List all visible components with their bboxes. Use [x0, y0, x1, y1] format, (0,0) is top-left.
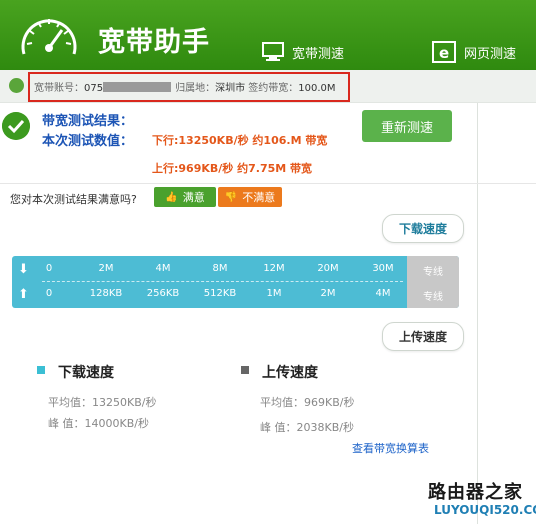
browser-e-icon: e: [432, 41, 456, 63]
download-tick: 专线: [423, 267, 443, 278]
account-value: 075: [84, 83, 104, 94]
location-label: 归属地：: [175, 83, 216, 94]
bandwidth-conversion-link[interactable]: 查看带宽换算表: [352, 440, 429, 456]
location-value: 深圳市: [215, 83, 246, 94]
satisfied-button[interactable]: 👍 满意: [154, 187, 216, 207]
unsatisfied-label: 不满意: [242, 191, 276, 204]
account-label: 宽带账号：: [34, 83, 84, 94]
nav-webtest-label: 网页测速: [464, 46, 517, 62]
main-content: 宽带账号：075 归属地：深圳市 签约带宽：100.0M 带宽测试结果： 本次测试…: [0, 70, 536, 524]
upload-tick: 1M: [266, 288, 282, 299]
app-title: 宽带助手: [98, 27, 210, 58]
checkmark-icon: [2, 112, 30, 140]
bandwidth-label: 签约带宽：: [248, 83, 299, 94]
account-info-bar: 宽带账号：075 归属地：深圳市 签约带宽：100.0M: [0, 70, 536, 103]
download-speed-bubble: 下载速度: [382, 214, 464, 243]
download-legend-title: 下载速度: [58, 365, 114, 381]
download-average: 平均值：13250KB/秒: [48, 396, 157, 409]
nav-speedtest[interactable]: 宽带测速: [262, 38, 344, 66]
monitor-icon: [262, 42, 284, 61]
download-tick: 4M: [155, 263, 171, 274]
watermark-title: 路由器之家: [428, 482, 523, 503]
download-peak: 峰 值：14000KB/秒: [48, 417, 149, 430]
thumbs-down-icon: 👎: [224, 191, 238, 203]
user-icon: [9, 78, 24, 93]
account-info-text: 宽带账号：075 归属地：深圳市 签约带宽：100.0M: [34, 79, 336, 94]
nav-speedtest-label: 宽带测速: [292, 46, 345, 62]
upload-tick: 256KB: [146, 288, 180, 299]
thumbs-up-icon: 👍: [165, 191, 178, 203]
satisfaction-question: 您对本次测试结果满意吗?: [10, 193, 137, 206]
result-label: 带宽测试结果：: [42, 114, 134, 129]
value-label: 本次测试数值：: [42, 134, 134, 149]
download-tick: 20M: [317, 263, 339, 274]
upload-average: 平均值：969KB/秒: [260, 396, 355, 409]
upload-ticks: 0 128KB 256KB 512KB 1M 2M 4M 专线: [12, 285, 459, 305]
download-legend-marker: [37, 366, 45, 374]
upload-speed-bubble: 上传速度: [382, 322, 464, 351]
upload-tick: 2M: [320, 288, 336, 299]
speedometer-icon: [21, 19, 77, 55]
scale-midline: [42, 281, 403, 283]
download-tick: 2M: [98, 263, 114, 274]
svg-text:e: e: [439, 44, 449, 62]
nav-webtest[interactable]: e 网页测速: [432, 38, 516, 66]
section-divider: [0, 183, 536, 184]
download-tick: 30M: [372, 263, 394, 274]
upload-tick: 4M: [375, 288, 391, 299]
account-info-highlight: 宽带账号：075 归属地：深圳市 签约带宽：100.0M: [28, 72, 350, 102]
right-divider: [477, 70, 478, 524]
watermark-url: LUYOUQI520.COM: [434, 503, 536, 517]
upload-result: 上行:969KB/秒 约7.75M 带宽: [152, 162, 313, 175]
header-bar: 宽带助手 宽带测速 e 网页测速: [0, 0, 536, 70]
upload-tick: 0: [45, 288, 53, 299]
upload-legend-marker: [241, 366, 249, 374]
speed-scale: ⬇ ⬆ 0 2M 4M 8M 12M 20M 30M 专线 0 128KB 25…: [12, 256, 459, 308]
retest-button[interactable]: 重新测速: [362, 110, 452, 142]
upload-tick: 128KB: [89, 288, 123, 299]
download-tick: 8M: [212, 263, 228, 274]
satisfied-label: 满意: [182, 191, 205, 204]
upload-tick: 专线: [423, 292, 443, 303]
download-tick: 0: [45, 263, 53, 274]
redaction-mask: [103, 82, 172, 92]
upload-legend-title: 上传速度: [262, 365, 318, 381]
download-ticks: 0 2M 4M 8M 12M 20M 30M 专线: [12, 260, 459, 280]
watermark-logo: 路由器之家 LUYOUQI520.COM: [422, 478, 536, 522]
bandwidth-value: 100.0M: [298, 83, 336, 94]
unsatisfied-button[interactable]: 👎 不满意: [218, 187, 282, 207]
download-tick: 12M: [263, 263, 285, 274]
upload-peak: 峰 值：2038KB/秒: [260, 421, 354, 434]
upload-tick: 512KB: [203, 288, 237, 299]
download-result: 下行:13250KB/秒 约106.M 带宽: [152, 134, 328, 147]
